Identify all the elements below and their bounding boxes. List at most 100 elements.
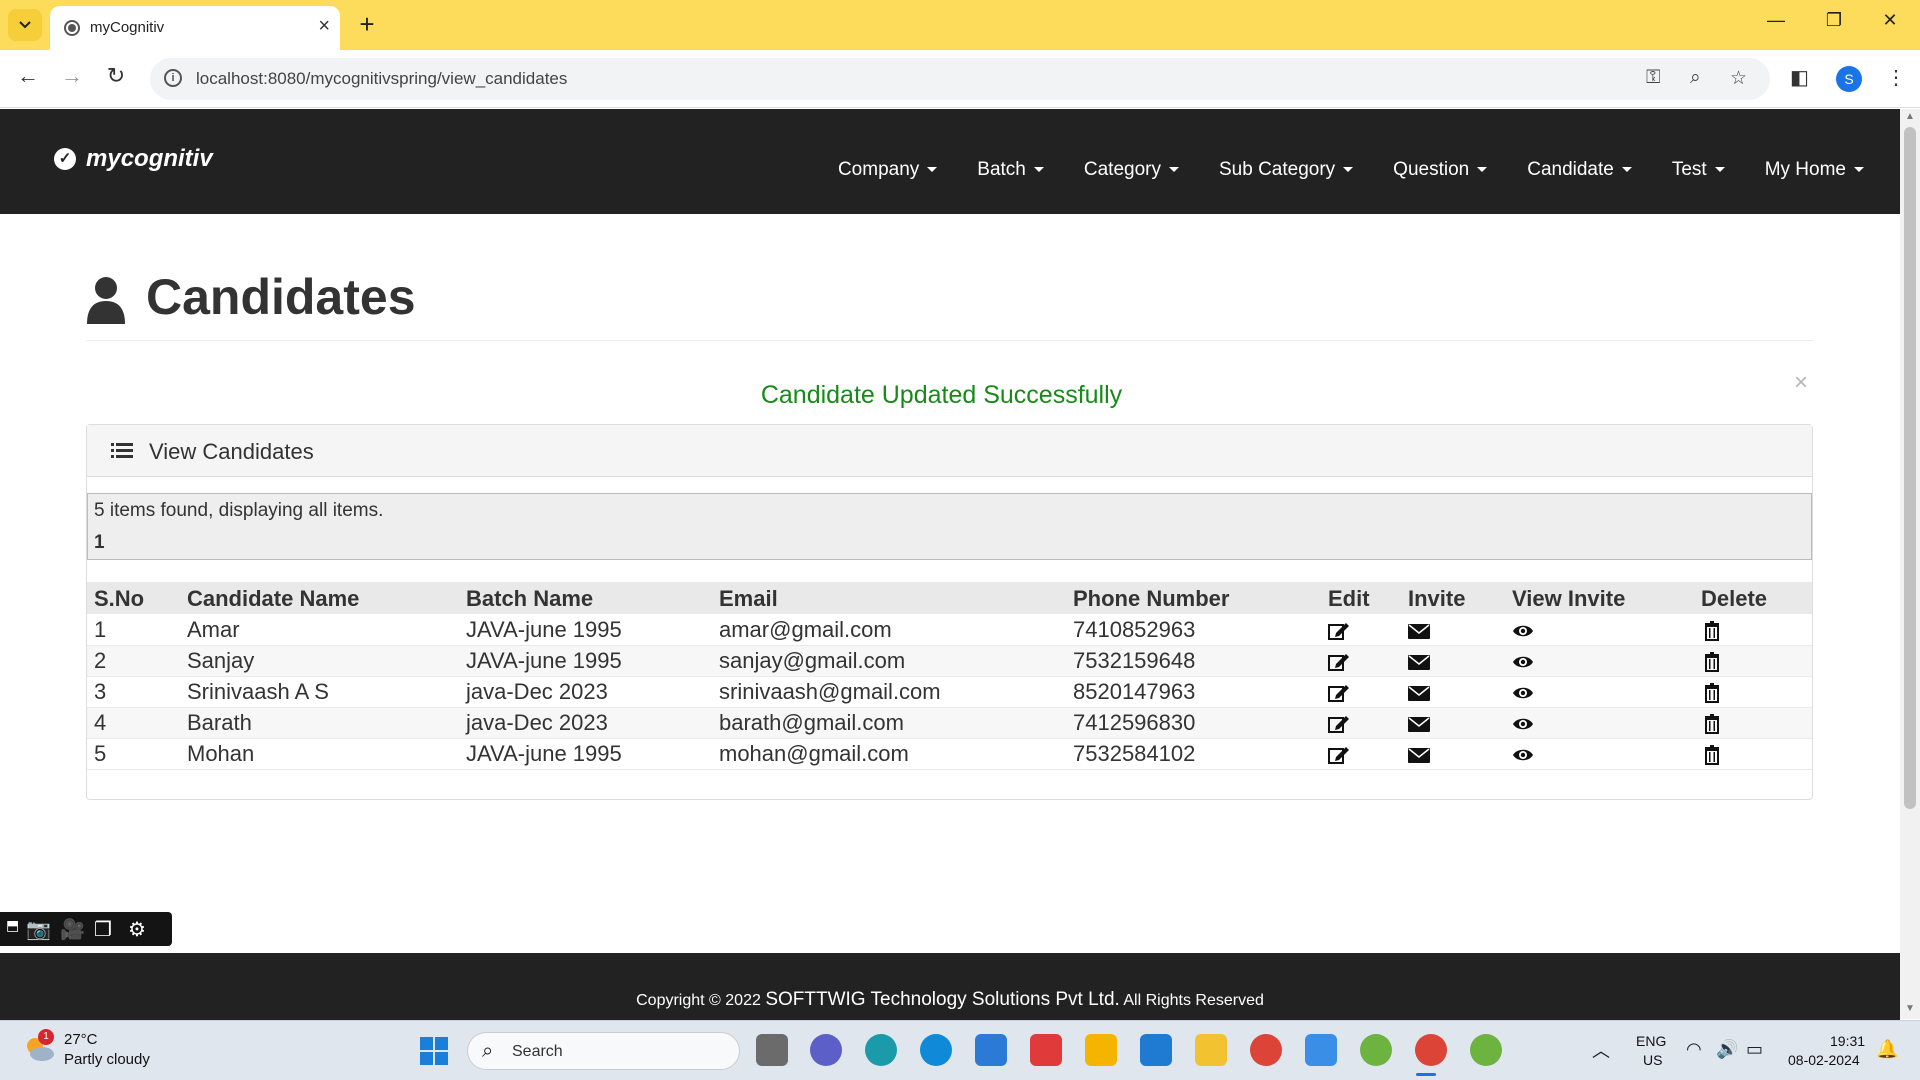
menu-sub-category[interactable]: Sub Category — [1199, 159, 1373, 181]
side-panel-icon[interactable]: ◧ — [1790, 65, 1809, 90]
power-automate-icon[interactable] — [1305, 1034, 1337, 1066]
invite-button[interactable] — [1408, 683, 1430, 703]
scroll-thumb[interactable] — [1904, 127, 1916, 809]
forward-button[interactable]: → — [56, 63, 88, 89]
envelope-icon — [1408, 621, 1430, 646]
edit-button[interactable] — [1328, 652, 1350, 672]
chrome-icon[interactable] — [1250, 1034, 1282, 1066]
mail-icon[interactable] — [975, 1034, 1007, 1066]
edit-button[interactable] — [1328, 714, 1350, 734]
copilot-icon[interactable] — [865, 1034, 897, 1066]
menu-my-home[interactable]: My Home — [1745, 159, 1884, 181]
invite-button[interactable] — [1408, 621, 1430, 641]
close-window-icon[interactable]: ✕ — [1870, 10, 1910, 31]
wifi-icon[interactable]: ◠ — [1686, 1039, 1702, 1060]
minimize-icon[interactable]: — — [1756, 10, 1796, 31]
trash-icon — [1701, 745, 1723, 770]
delete-button[interactable] — [1701, 714, 1723, 735]
cell-batch-name: java-Dec 2023 — [459, 676, 712, 708]
clock-time[interactable]: 19:31 — [1830, 1033, 1865, 1049]
edge-icon[interactable] — [920, 1034, 952, 1066]
view-invite-button[interactable] — [1512, 745, 1534, 765]
anydesk-icon[interactable] — [1030, 1034, 1062, 1066]
menu-candidate[interactable]: Candidate — [1507, 159, 1652, 181]
back-button[interactable]: ← — [12, 63, 44, 89]
vscode-icon[interactable] — [1140, 1034, 1172, 1066]
tab-search-button[interactable] — [8, 9, 42, 41]
pin-icon[interactable]: ⬒ — [6, 917, 19, 934]
teams-icon[interactable] — [810, 1034, 842, 1066]
zoom-icon[interactable]: ⌕ — [1690, 67, 1701, 89]
menu-company[interactable]: Company — [818, 159, 957, 181]
language-indicator[interactable]: ENG — [1636, 1033, 1666, 1049]
edit-button[interactable] — [1328, 745, 1350, 765]
delete-button[interactable] — [1701, 683, 1723, 704]
column-header: Edit — [1321, 582, 1401, 614]
alert-close-icon[interactable]: × — [1794, 369, 1808, 397]
invite-button[interactable] — [1408, 652, 1430, 672]
tab-close-icon[interactable]: × — [318, 15, 330, 38]
candidates-table: S.No Candidate Name Batch Name Email Pho… — [87, 582, 1812, 770]
taskbar-search[interactable]: ⌕ Search — [467, 1032, 740, 1070]
clock-date[interactable]: 08-02-2024 — [1788, 1052, 1860, 1068]
cell-email: barath@gmail.com — [712, 707, 1066, 739]
edit-button[interactable] — [1328, 683, 1350, 703]
view-invite-button[interactable] — [1512, 683, 1534, 703]
address-bar[interactable]: i localhost:8080/mycognitivspring/view_c… — [150, 58, 1770, 100]
edit-button[interactable] — [1328, 621, 1350, 641]
page-number[interactable]: 1 — [94, 532, 105, 554]
info-icon[interactable]: i — [164, 69, 182, 87]
url-text[interactable]: localhost:8080/mycognitivspring/view_can… — [196, 69, 567, 89]
scroll-up-icon[interactable]: ▲ — [1900, 111, 1920, 122]
bookmark-star-icon[interactable]: ☆ — [1730, 67, 1747, 90]
delete-button[interactable] — [1701, 745, 1723, 766]
chrome-profile-icon[interactable] — [1415, 1034, 1447, 1066]
windows-start-icon[interactable] — [420, 1037, 448, 1065]
caret-down-icon — [1477, 167, 1488, 173]
profile-avatar[interactable]: S — [1836, 66, 1862, 92]
task-view-icon[interactable] — [756, 1034, 788, 1066]
menu-category[interactable]: Category — [1064, 159, 1199, 181]
camera-icon[interactable]: 📷 — [26, 917, 51, 942]
delete-button[interactable] — [1701, 652, 1723, 673]
view-invite-button[interactable] — [1512, 714, 1534, 734]
menu-question[interactable]: Question — [1373, 159, 1507, 181]
file-explorer-icon[interactable] — [1195, 1034, 1227, 1066]
cell-sno: 5 — [87, 738, 180, 770]
tray-chevron-up-icon[interactable]: ︿ — [1592, 1037, 1610, 1063]
view-invite-button[interactable] — [1512, 652, 1534, 672]
brand-link[interactable]: ✓ mycognitiv — [54, 145, 213, 173]
window-icon[interactable]: ❐ — [94, 917, 112, 942]
spring-tool-icon[interactable] — [1360, 1034, 1392, 1066]
key-icon[interactable]: ⚿ — [1646, 67, 1660, 89]
scroll-down-icon[interactable]: ▼ — [1900, 1003, 1920, 1014]
video-icon[interactable]: 🎥 — [60, 917, 85, 942]
weather-temp[interactable]: 27°C — [64, 1031, 98, 1048]
delete-button[interactable] — [1701, 620, 1723, 641]
menu-batch[interactable]: Batch — [957, 159, 1064, 181]
store-icon[interactable] — [1085, 1034, 1117, 1066]
reload-button[interactable]: ↻ — [100, 63, 132, 89]
page-header: Candidates — [86, 268, 1813, 341]
battery-icon[interactable]: ▭ — [1746, 1039, 1763, 1060]
gear-icon[interactable]: ⚙ — [128, 917, 146, 942]
cell-sno: 1 — [87, 614, 180, 646]
region-indicator[interactable]: US — [1643, 1052, 1662, 1068]
invite-button[interactable] — [1408, 745, 1430, 765]
volume-icon[interactable]: 🔊 — [1716, 1039, 1738, 1060]
weather-desc[interactable]: Partly cloudy — [64, 1051, 150, 1068]
menu-test[interactable]: Test — [1652, 159, 1745, 181]
edit-icon — [1328, 621, 1350, 646]
items-found-text: 5 items found, displaying all items. — [94, 500, 384, 521]
spring-tool-2-icon[interactable] — [1470, 1034, 1502, 1066]
caret-down-icon — [1343, 167, 1354, 173]
invite-button[interactable] — [1408, 714, 1430, 734]
page-scrollbar[interactable]: ▲ ▼ — [1900, 109, 1920, 1019]
cell-email: sanjay@gmail.com — [712, 645, 1066, 677]
view-invite-button[interactable] — [1512, 621, 1534, 641]
new-tab-button[interactable]: + — [352, 9, 382, 40]
notification-bell-icon[interactable]: 🔔 — [1876, 1039, 1898, 1060]
more-menu-icon[interactable]: ⋮ — [1886, 65, 1906, 90]
browser-tab-active[interactable]: myCognitiv × — [50, 6, 340, 50]
restore-icon[interactable]: ❐ — [1814, 10, 1854, 31]
